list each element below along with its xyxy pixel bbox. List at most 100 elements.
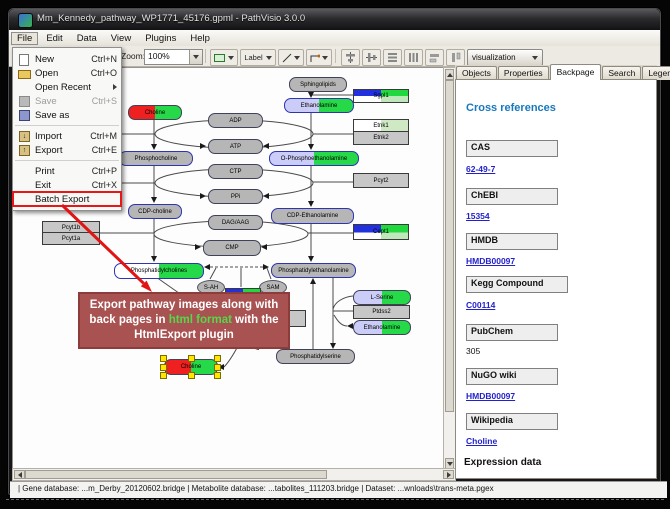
genebox-ptdss2[interactable]: Ptdss2: [353, 305, 410, 319]
elbow-connector-icon: [310, 53, 320, 63]
menu-help[interactable]: Help: [184, 32, 216, 45]
ref-section-wikipedia: Wikipedia: [466, 413, 558, 430]
annotation-highlight: html format: [169, 314, 232, 326]
file-menu-batch-export[interactable]: Batch Export: [13, 192, 121, 206]
distribute-rows-button[interactable]: [383, 49, 402, 66]
save-as-icon: [17, 110, 31, 121]
file-menu-save: SaveCtrl+S: [13, 94, 121, 108]
tab-legend[interactable]: Legend: [642, 66, 670, 80]
zoom-label: Zoom:: [121, 51, 145, 61]
horizontal-scroll-thumb[interactable]: [25, 470, 327, 479]
zoom-combobox[interactable]: 100%: [144, 49, 203, 65]
node-dag-aag[interactable]: DAG/AAG: [208, 215, 263, 230]
visualization-combobox[interactable]: visualization: [467, 49, 543, 66]
node-cdp-choline[interactable]: CDP-choline: [128, 204, 182, 219]
backpage-content: Cross references CAS 62-49-7 ChEBI 15354…: [455, 79, 657, 479]
scroll-up-icon[interactable]: [445, 69, 454, 80]
selection-handle[interactable]: [160, 372, 167, 379]
distribute-rows-icon: [387, 52, 398, 63]
common-height-button[interactable]: [446, 49, 465, 66]
file-menu-open-recent[interactable]: Open Recent: [13, 80, 121, 94]
ref-section-pubchem: PubChem: [466, 324, 558, 341]
node-ctp[interactable]: CTP: [208, 164, 263, 179]
genebox-pcyt2[interactable]: Pcyt2: [353, 173, 409, 188]
menu-separator: [15, 160, 119, 161]
vertical-scroll-thumb[interactable]: [445, 80, 454, 412]
menu-data[interactable]: Data: [71, 32, 103, 45]
selection-handle[interactable]: [188, 372, 195, 379]
node-ethanolamine-bottom[interactable]: Ethanolamine: [353, 320, 411, 335]
line-tool-button[interactable]: [278, 49, 304, 66]
file-menu-print[interactable]: PrintCtrl+P: [13, 164, 121, 178]
menu-file[interactable]: File: [11, 32, 38, 45]
genebox-pcyt1a[interactable]: Pcyt1a: [42, 232, 100, 245]
selection-handle[interactable]: [188, 355, 195, 362]
selection-handle[interactable]: [214, 372, 221, 379]
canvas-horizontal-scrollbar[interactable]: [12, 468, 456, 481]
label-tool-button[interactable]: Label: [240, 49, 276, 66]
selection-handle[interactable]: [160, 364, 167, 371]
common-width-button[interactable]: [425, 49, 444, 66]
node-l-serine[interactable]: L-Serine: [353, 290, 411, 305]
export-icon: ↑: [17, 145, 31, 156]
ref-section-chebi: ChEBI: [466, 188, 558, 205]
ref-link-kegg[interactable]: C00114: [466, 300, 495, 310]
align-center-button[interactable]: [341, 49, 360, 66]
node-phosphatidylcholines[interactable]: Phosphatidylcholines: [114, 263, 204, 279]
annotation-text: Export pathway images along with back pa…: [82, 298, 286, 343]
zoom-dropdown-icon[interactable]: [189, 50, 202, 64]
ref-section-hmdb: HMDB: [466, 233, 558, 250]
tab-objects[interactable]: Objects: [456, 66, 497, 80]
selection-handle[interactable]: [160, 355, 167, 362]
file-menu-import[interactable]: ↓ ImportCtrl+M: [13, 129, 121, 143]
title-bar[interactable]: Mm_Kennedy_pathway_WP1771_45176.gpml - P…: [9, 9, 660, 30]
node-phosphocholine[interactable]: Phosphocholine: [119, 151, 193, 166]
selection-handle[interactable]: [214, 355, 221, 362]
ref-link-wikipedia[interactable]: Choline: [466, 436, 497, 446]
genebox-sgpl1[interactable]: Sgpl1: [353, 89, 409, 103]
node-o-phosphoethanolamine[interactable]: O-Phosphoethanolamine: [269, 151, 359, 166]
tab-properties[interactable]: Properties: [498, 66, 549, 80]
visualization-value: visualization: [472, 53, 527, 62]
node-ppi[interactable]: PPi: [208, 189, 263, 204]
node-choline-top[interactable]: Choline: [128, 105, 182, 120]
file-menu-new[interactable]: NewCtrl+N: [13, 52, 121, 66]
genebox-hidden-gray[interactable]: [289, 310, 306, 327]
node-atp[interactable]: ATP: [208, 139, 263, 154]
menu-view[interactable]: View: [105, 32, 137, 45]
ref-section-cas: CAS: [466, 140, 558, 157]
selection-handle[interactable]: [214, 364, 221, 371]
tab-search[interactable]: Search: [602, 66, 641, 80]
datanode-tool-button[interactable]: [210, 49, 238, 66]
ref-link-hmdb[interactable]: HMDB00097: [466, 256, 515, 266]
pathvisio-window: Mm_Kennedy_pathway_WP1771_45176.gpml - P…: [7, 7, 662, 496]
file-menu-open[interactable]: OpenCtrl+O: [13, 66, 121, 80]
node-ethanolamine-top[interactable]: Ethanolamine: [284, 98, 354, 113]
file-menu-exit[interactable]: ExitCtrl+X: [13, 178, 121, 192]
genebox-cept1[interactable]: Cept1: [353, 224, 409, 240]
menu-edit[interactable]: Edit: [40, 32, 68, 45]
align-middle-button[interactable]: [362, 49, 381, 66]
node-sphingolipids[interactable]: Sphingolipids: [289, 77, 347, 92]
tab-backpage[interactable]: Backpage: [550, 64, 602, 80]
node-phosphatidylethanolamine[interactable]: Phosphatidylethanolamine: [271, 263, 356, 278]
ref-link-nugo[interactable]: HMDB00097: [466, 391, 515, 401]
file-menu-save-as[interactable]: Save as: [13, 108, 121, 122]
node-adp[interactable]: ADP: [208, 113, 263, 128]
common-height-icon: [450, 52, 461, 63]
node-phosphatidylserine[interactable]: Phosphatidylserine: [276, 349, 355, 364]
scroll-left-icon[interactable]: [14, 470, 25, 479]
file-menu-export[interactable]: ↑ ExportCtrl+E: [13, 143, 121, 157]
align-center-icon: [345, 52, 356, 63]
node-cmp[interactable]: CMP: [203, 240, 261, 256]
genebox-etnk2[interactable]: Etnk2: [353, 131, 409, 145]
common-width-icon: [429, 52, 440, 63]
connector-tool-button[interactable]: [306, 49, 332, 66]
distribute-columns-button[interactable]: [404, 49, 423, 66]
node-cdp-ethanolamine[interactable]: CDP-Ethanolamine: [271, 208, 354, 224]
app-icon: [18, 13, 33, 28]
ref-link-cas[interactable]: 62-49-7: [466, 164, 495, 174]
menu-plugins[interactable]: Plugins: [139, 32, 182, 45]
scroll-right-icon[interactable]: [443, 470, 454, 479]
ref-link-chebi[interactable]: 15354: [466, 211, 490, 221]
